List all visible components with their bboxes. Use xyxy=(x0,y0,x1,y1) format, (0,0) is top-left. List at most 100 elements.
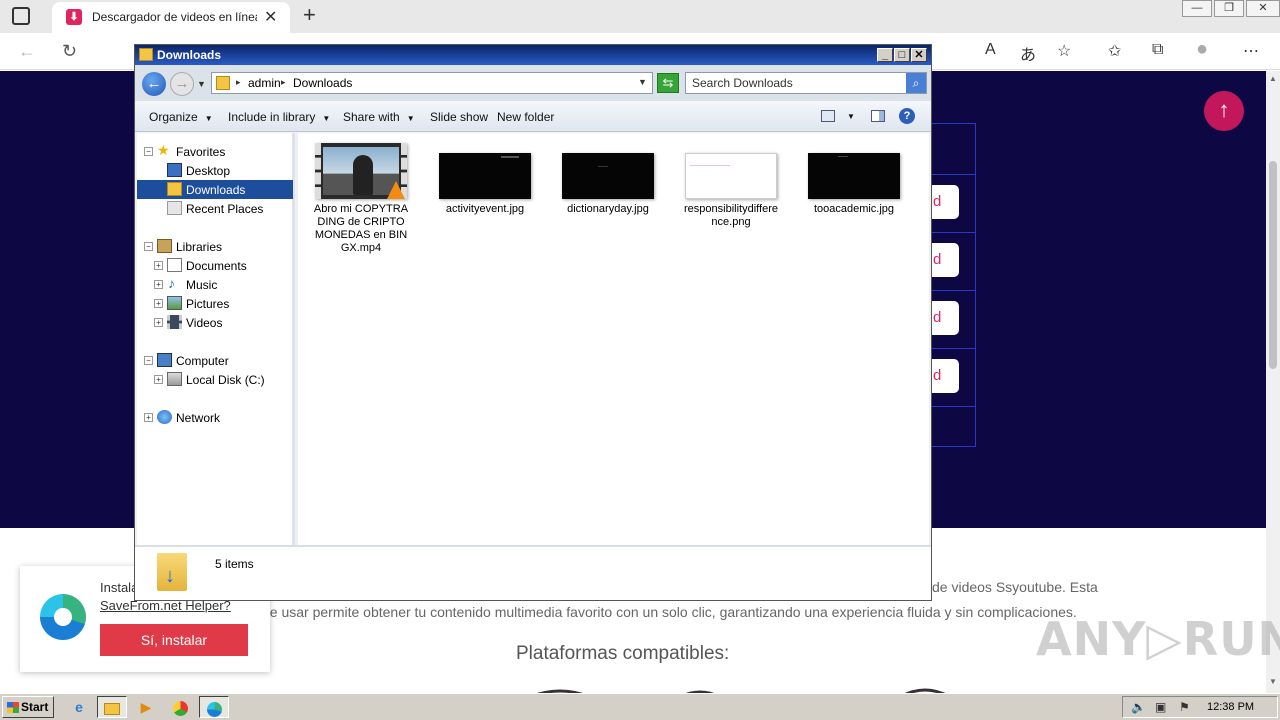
download-button[interactable]: d xyxy=(930,185,959,219)
file-item[interactable]: Abro mi COPYTRADING de CRIPTOMONEDAS en … xyxy=(313,143,409,255)
nav-item-pictures[interactable]: + Pictures xyxy=(137,294,293,313)
chrome-icon[interactable] xyxy=(165,696,195,718)
nav-item-computer[interactable]: − Computer xyxy=(137,351,293,370)
action-center-flag-icon[interactable]: ⚑ xyxy=(1179,700,1190,714)
browser-tab[interactable]: ⬇ Descargador de videos en línea ✕ xyxy=(52,2,290,33)
expand-icon[interactable]: + xyxy=(144,413,153,422)
search-input[interactable]: Search Downloads ⌕ xyxy=(685,72,927,94)
help-icon[interactable]: ? xyxy=(899,108,915,124)
nav-item-network[interactable]: + Network xyxy=(137,408,293,427)
clock[interactable]: 12:38 PM xyxy=(1207,701,1254,713)
collapse-icon[interactable]: − xyxy=(144,356,153,365)
history-dropdown-icon[interactable]: ▼ xyxy=(197,79,206,89)
tab-actions-icon[interactable] xyxy=(12,7,30,25)
breadcrumb-item[interactable]: admin xyxy=(248,76,281,90)
reload-icon[interactable]: ↻ xyxy=(62,41,77,62)
tab-close-icon[interactable]: ✕ xyxy=(264,7,277,27)
address-dropdown-icon[interactable]: ▼ xyxy=(638,77,647,87)
include-library-menu[interactable]: Include in library ▼ xyxy=(228,110,330,124)
favorites-icon[interactable]: ✩ xyxy=(1108,41,1121,61)
add-favorite-icon[interactable]: ☆ xyxy=(1057,41,1071,61)
download-button[interactable]: d xyxy=(930,301,959,335)
explorer-close-button[interactable]: ✕ xyxy=(911,48,927,62)
install-button[interactable]: Sí, instalar xyxy=(100,624,248,656)
explorer-minimize-button[interactable]: _ xyxy=(877,48,893,62)
internet-explorer-icon[interactable]: e xyxy=(64,696,94,718)
search-icon[interactable]: ⌕ xyxy=(906,73,926,93)
settings-more-icon[interactable]: ⋯ xyxy=(1243,41,1259,61)
close-button[interactable]: ✕ xyxy=(1246,0,1280,17)
file-item[interactable]: activityevent.jpg xyxy=(437,143,533,216)
nav-item-favorites[interactable]: − ★ Favorites xyxy=(137,142,293,161)
page-scrollbar[interactable]: ▲ ▼ xyxy=(1266,71,1280,693)
nav-item-local-disk[interactable]: + Local Disk (C:) xyxy=(137,370,293,389)
tab-title: Descargador de videos en línea xyxy=(92,10,257,24)
explorer-maximize-button[interactable]: □ xyxy=(894,48,910,62)
desktop-icon xyxy=(167,163,182,177)
media-player-icon[interactable]: ▶ xyxy=(131,696,161,718)
forward-arrow-icon[interactable]: → xyxy=(170,72,194,96)
view-dropdown-icon[interactable]: ▼ xyxy=(847,112,855,121)
nav-label: Videos xyxy=(186,316,223,330)
share-with-menu[interactable]: Share with ▼ xyxy=(343,110,415,124)
recent-places-icon xyxy=(167,201,182,215)
file-item[interactable]: ———————— responsibilitydifference.png xyxy=(683,143,779,229)
file-item[interactable]: tooacademic.jpg xyxy=(806,143,902,216)
translate-icon[interactable]: あ xyxy=(1020,41,1036,65)
nav-item-downloads[interactable]: Downloads xyxy=(137,180,293,199)
thumbnail-text-mark xyxy=(501,156,519,158)
refresh-icon[interactable]: ⇆ xyxy=(657,73,679,93)
browser-tab-bar: ⬇ Descargador de videos en línea ✕ + — ❐… xyxy=(0,0,1280,33)
slide-show-button[interactable]: Slide show xyxy=(430,110,488,124)
nav-item-libraries[interactable]: − Libraries xyxy=(137,237,293,256)
nav-item-recent-places[interactable]: Recent Places xyxy=(137,199,293,218)
collections-icon[interactable]: ⧉ xyxy=(1152,41,1163,59)
scroll-up-arrow-icon[interactable]: ▲ xyxy=(1269,74,1277,83)
network-tray-icon[interactable]: ▣ xyxy=(1155,700,1166,714)
download-button[interactable]: d xyxy=(930,243,959,277)
start-button[interactable]: Start xyxy=(2,696,54,718)
expand-icon[interactable]: + xyxy=(154,261,163,270)
table-divider xyxy=(930,348,975,349)
expand-icon[interactable]: + xyxy=(154,299,163,308)
view-options-icon[interactable] xyxy=(821,110,835,122)
thumbnail-text-mark xyxy=(598,166,608,167)
table-divider xyxy=(930,174,975,175)
scroll-down-arrow-icon[interactable]: ▼ xyxy=(1269,677,1277,686)
nav-item-desktop[interactable]: Desktop xyxy=(137,161,293,180)
collapse-icon[interactable]: − xyxy=(144,147,153,156)
expand-icon[interactable]: + xyxy=(154,280,163,289)
new-tab-button[interactable]: + xyxy=(303,2,316,28)
breadcrumb-separator-icon[interactable]: ▸ xyxy=(236,77,241,88)
nav-item-videos[interactable]: + Videos xyxy=(137,313,293,332)
explorer-taskbar-icon[interactable] xyxy=(97,696,127,718)
nav-label: Computer xyxy=(176,354,229,368)
breadcrumb-item[interactable]: Downloads xyxy=(293,76,352,90)
download-arrow-icon: ↓ xyxy=(165,565,175,587)
back-arrow-icon[interactable]: ← xyxy=(18,41,36,62)
profile-avatar-icon[interactable]: ● xyxy=(1196,38,1208,61)
nav-item-music[interactable]: + ♪ Music xyxy=(137,275,293,294)
restore-button[interactable]: ❐ xyxy=(1214,0,1244,17)
organize-menu[interactable]: Organize ▼ xyxy=(149,110,213,124)
back-arrow-icon[interactable]: ← xyxy=(142,72,166,96)
collapse-icon[interactable]: − xyxy=(144,242,153,251)
scroll-to-top-button[interactable]: ↑ xyxy=(1204,91,1244,131)
file-item[interactable]: dictionaryday.jpg xyxy=(560,143,656,216)
read-aloud-icon[interactable]: A xyxy=(985,41,996,59)
nav-item-documents[interactable]: + Documents xyxy=(137,256,293,275)
breadcrumb-separator-icon[interactable]: ▸ xyxy=(281,77,286,88)
scrollbar-thumb[interactable] xyxy=(1269,161,1277,369)
taskbar: Start e ▶ 🔈 ▣ ⚑ 12:38 PM xyxy=(0,693,1280,720)
preview-pane-icon[interactable] xyxy=(871,110,885,122)
new-folder-button[interactable]: New folder xyxy=(497,110,554,124)
volume-icon[interactable]: 🔈 xyxy=(1131,700,1146,714)
edge-taskbar-icon[interactable] xyxy=(199,696,229,718)
minimize-button[interactable]: — xyxy=(1182,0,1212,17)
expand-icon[interactable]: + xyxy=(154,375,163,384)
download-button[interactable]: d xyxy=(930,359,959,393)
expand-icon[interactable]: + xyxy=(154,318,163,327)
libraries-icon xyxy=(157,239,172,253)
address-field[interactable]: ▸ admin ▸ Downloads ▼ xyxy=(211,72,653,94)
explorer-title-bar[interactable]: Downloads _ □ ✕ xyxy=(135,45,931,65)
